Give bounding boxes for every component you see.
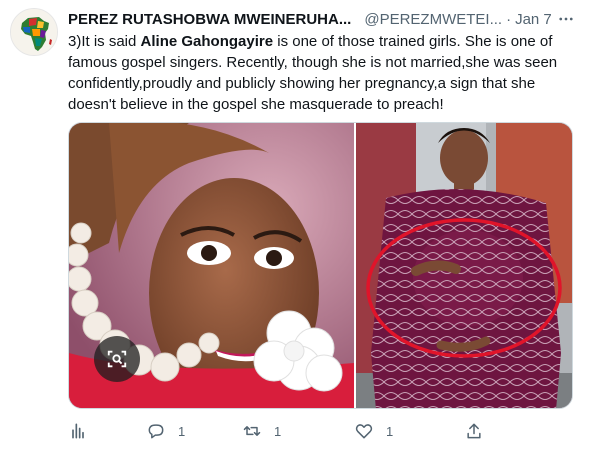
tweet-text: 3)It is said Aline Gahongayire is one of… xyxy=(68,31,578,115)
author-handle[interactable]: @PEREZMWETEI... xyxy=(364,11,502,28)
media-photo-right[interactable] xyxy=(356,123,572,408)
tweet-date[interactable]: Jan 7 xyxy=(515,11,552,28)
avatar[interactable] xyxy=(10,8,58,56)
tweet-actions: 1 1 1 xyxy=(68,417,508,445)
retweet-count: 1 xyxy=(274,423,282,439)
reply-count: 1 xyxy=(178,423,186,439)
analytics-button[interactable] xyxy=(68,421,146,441)
analytics-icon xyxy=(72,423,84,439)
pregnancy-photo-illustration xyxy=(356,123,572,408)
share-icon xyxy=(467,423,481,439)
like-button[interactable]: 1 xyxy=(354,421,464,441)
heart-icon xyxy=(355,424,373,439)
tweet-text-bold-name: Aline Gahongayire xyxy=(140,33,274,50)
more-icon xyxy=(559,17,573,21)
tweet-header: PEREZ RUTASHOBWA MWEINERUHA... @PEREZMWE… xyxy=(68,9,582,29)
reply-button[interactable]: 1 xyxy=(146,421,242,441)
like-count: 1 xyxy=(386,423,394,439)
more-options-button[interactable] xyxy=(554,7,578,31)
tweet-text-start: 3)It is said xyxy=(68,33,141,50)
author-name[interactable]: PEREZ RUTASHOBWA MWEINERUHA... xyxy=(68,11,351,28)
retweet-button[interactable]: 1 xyxy=(242,421,354,441)
retweet-icon xyxy=(243,426,261,436)
tweet[interactable]: PEREZ RUTASHOBWA MWEINERUHA... @PEREZMWE… xyxy=(0,0,592,451)
africa-map-icon xyxy=(11,9,57,55)
scan-icon xyxy=(107,350,127,368)
share-button[interactable] xyxy=(464,421,484,441)
reply-icon xyxy=(148,424,164,439)
tweet-media[interactable] xyxy=(68,122,573,409)
separator-dot: · xyxy=(506,10,512,28)
visual-search-button[interactable] xyxy=(94,336,140,382)
media-photo-left[interactable] xyxy=(69,123,354,408)
